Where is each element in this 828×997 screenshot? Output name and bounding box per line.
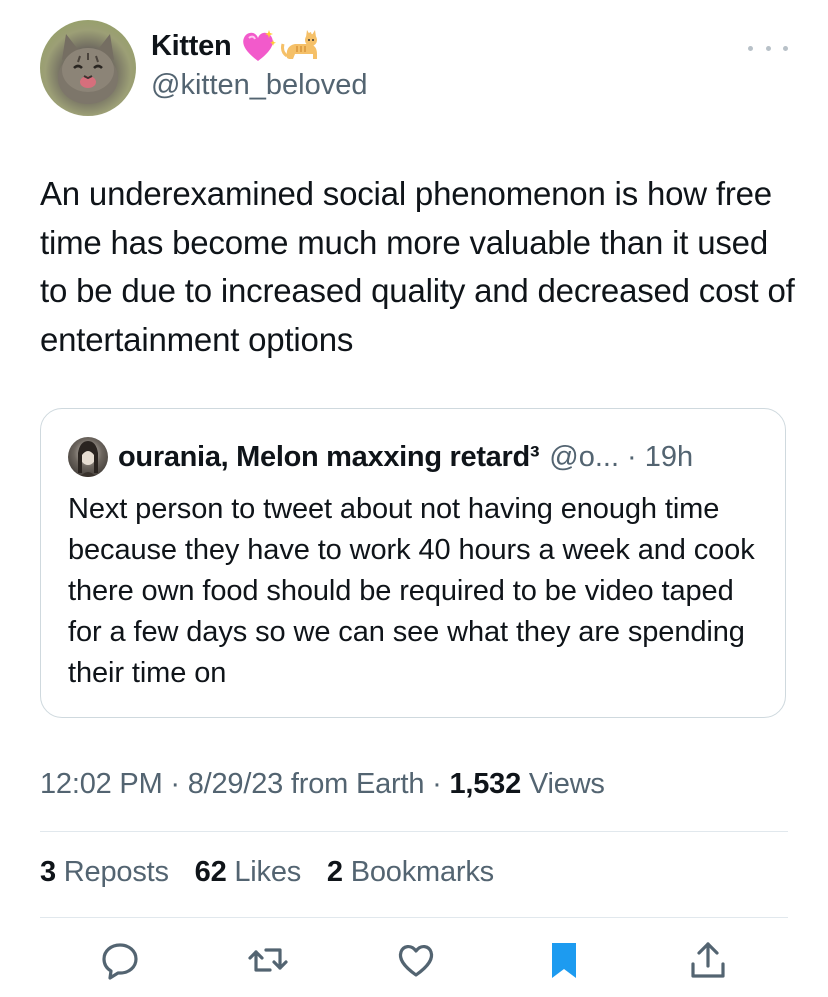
like-button[interactable] <box>396 940 436 980</box>
reply-icon <box>102 943 138 980</box>
tweet-text: An underexamined social phenomenon is ho… <box>40 175 795 358</box>
likes-label: Likes <box>226 856 302 888</box>
quoted-tweet-card[interactable]: ourania, Melon maxxing retard³ @o... · 1… <box>40 408 786 718</box>
reposts-label: Reposts <box>55 856 169 888</box>
likes-stat[interactable]: 62 Likes <box>194 856 302 888</box>
share-icon <box>691 942 725 978</box>
bookmarks-stat[interactable]: 2 Bookmarks <box>327 856 494 888</box>
author-block[interactable]: Kitten @kitten_beloved <box>151 26 367 102</box>
bookmark-button[interactable] <box>544 940 584 980</box>
views-label: Views <box>521 768 605 800</box>
action-bar <box>0 940 828 990</box>
likes-count: 62 <box>194 856 227 888</box>
quoted-tweet-text: Next person to tweet about not having en… <box>68 493 755 689</box>
tweet-header: Kitten @kitten_beloved <box>40 20 788 116</box>
share-button[interactable] <box>688 940 728 980</box>
tweet-meta: 12:02 PM · 8/29/23 from Earth · 1,532 Vi… <box>40 768 605 801</box>
quoted-author-name: ourania, Melon maxxing retard³ <box>118 440 540 473</box>
quoted-tweet-header: ourania, Melon maxxing retard³ @o... · 1… <box>68 437 693 477</box>
divider <box>40 917 788 918</box>
views-count[interactable]: 1,532 <box>449 768 521 800</box>
repost-icon <box>248 948 288 972</box>
like-icon <box>398 945 434 977</box>
more-dot-icon <box>748 45 753 51</box>
sparkling-heart-icon <box>243 30 277 61</box>
author-handle[interactable]: @kitten_beloved <box>151 69 367 102</box>
reply-button[interactable] <box>100 940 140 980</box>
reposts-stat[interactable]: 3 Reposts <box>40 856 169 888</box>
repost-button[interactable] <box>248 940 288 980</box>
more-dot-icon <box>783 45 788 51</box>
quoted-author-avatar <box>68 437 108 477</box>
author-display-name[interactable]: Kitten <box>151 30 232 63</box>
author-avatar[interactable] <box>40 20 136 116</box>
quoted-tweet-meta: @o... · 19h <box>549 440 694 473</box>
reposts-count: 3 <box>40 856 56 888</box>
bookmarks-label: Bookmarks <box>342 856 494 888</box>
engagement-stats: 3 Reposts 62 Likes 2 Bookmarks <box>40 856 512 889</box>
bookmarks-count: 2 <box>326 856 343 888</box>
more-dot-icon <box>765 45 771 51</box>
more-options-button[interactable] <box>748 38 788 58</box>
divider <box>40 831 788 832</box>
bookmark-icon <box>552 943 576 978</box>
timestamp-source: 12:02 PM · 8/29/23 from Earth · <box>40 768 450 800</box>
cat-icon <box>281 30 318 59</box>
